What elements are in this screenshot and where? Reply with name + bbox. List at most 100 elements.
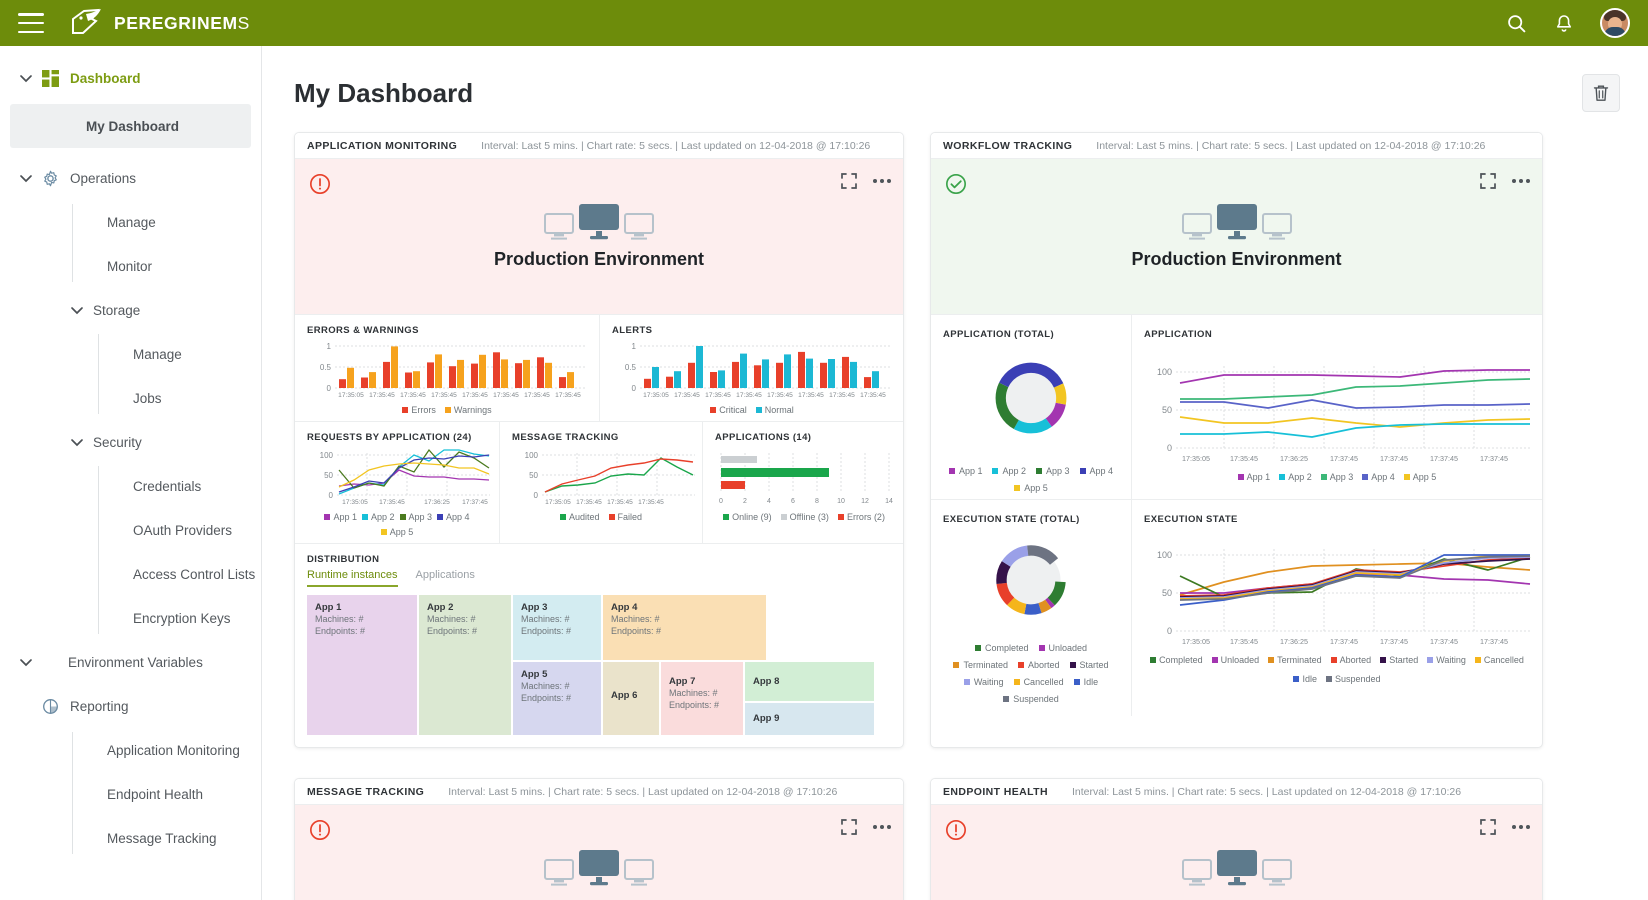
notification-bell-icon[interactable]	[1552, 11, 1576, 35]
card-hero	[931, 805, 1542, 900]
sidebar-label-storage: Storage	[93, 302, 141, 318]
tab-applications[interactable]: Applications	[416, 569, 475, 587]
legend-item[interactable]: Terminated	[1268, 655, 1322, 665]
treemap-tile[interactable]: App 4 Machines: # Endpoints: #	[603, 595, 766, 660]
legend-item[interactable]: Suspended	[1325, 674, 1381, 684]
legend-item[interactable]: Started	[1069, 660, 1109, 670]
sidebar-item-access-control-lists[interactable]: Access Control Lists	[0, 552, 261, 596]
treemap-tile[interactable]: App 8	[745, 662, 874, 701]
legend-label: Started	[1079, 660, 1109, 670]
legend-item[interactable]: Cancelled	[1013, 677, 1064, 687]
legend-item[interactable]: App 1	[1237, 472, 1270, 482]
more-options-icon[interactable]	[1512, 825, 1530, 829]
legend-item[interactable]: App 5	[1014, 483, 1048, 493]
legend-label: App 1	[333, 512, 357, 522]
sidebar-item-operations[interactable]: Operations	[0, 156, 261, 200]
pie-report-icon	[43, 698, 58, 714]
sidebar-item-dashboard[interactable]: Dashboard	[0, 56, 261, 100]
sidebar-item-application-monitoring[interactable]: Application Monitoring	[0, 728, 261, 772]
legend-item[interactable]: Errors (2)	[837, 512, 885, 522]
sidebar-item-credentials[interactable]: Credentials	[0, 464, 261, 508]
legend-item[interactable]: Aborted	[1017, 660, 1060, 670]
legend-item[interactable]: Waiting	[963, 677, 1004, 687]
legend-item[interactable]: Errors	[402, 405, 436, 415]
sidebar-item-operations-monitor[interactable]: Monitor	[0, 244, 261, 288]
treemap-tile[interactable]: App 1 Machines: # Endpoints: #	[307, 595, 417, 735]
tab-runtime-instances[interactable]: Runtime instances	[307, 569, 398, 587]
legend-item[interactable]: Terminated	[953, 660, 1008, 670]
legend-item[interactable]: Started	[1380, 655, 1418, 665]
requests-line-chart: 100 50 0 17:35:05 17:35:45 17:36:25 17:37:45	[320, 448, 490, 506]
legend-item[interactable]: Cancelled	[1474, 655, 1524, 665]
treemap-tile[interactable]: App 7 Machines: # Endpoints: #	[661, 662, 743, 735]
sidebar-item-storage[interactable]: Storage	[0, 288, 261, 332]
search-icon[interactable]	[1504, 11, 1528, 35]
more-options-icon[interactable]	[873, 825, 891, 829]
brand-logo-group[interactable]: PEREGRINEMS	[70, 8, 250, 38]
treemap-tile[interactable]: App 3 Machines: # Endpoints: #	[513, 595, 601, 660]
treemap-tile[interactable]: App 9	[745, 703, 874, 735]
legend-item[interactable]: App 1	[948, 466, 982, 476]
expand-icon[interactable]	[1480, 173, 1496, 189]
treemap-tile[interactable]: App 5 Machines: # Endpoints: #	[513, 662, 601, 735]
panel-title: APPLICATIONS (14)	[715, 432, 812, 443]
sidebar-item-endpoint-health[interactable]: Endpoint Health	[0, 772, 261, 816]
sidebar-item-encryption-keys[interactable]: Encryption Keys	[0, 596, 261, 640]
more-options-icon[interactable]	[1512, 179, 1530, 183]
legend-item[interactable]: Suspended	[1003, 694, 1059, 704]
legend-item[interactable]: App 2	[992, 466, 1026, 476]
legend-item[interactable]: App 5	[1403, 472, 1436, 482]
legend-item[interactable]: Completed	[974, 643, 1029, 653]
legend-item[interactable]: Unloaded	[1211, 655, 1259, 665]
legend-item[interactable]: Completed	[1150, 655, 1203, 665]
panel-execution-state-lines: EXECUTION STATE 100 50 0 17:35:05 17:35:…	[1131, 500, 1542, 716]
legend-item[interactable]: Critical	[710, 405, 747, 415]
legend-requests: App 1 App 2 App 3 App 4 App 5	[307, 512, 487, 537]
expand-icon[interactable]	[841, 819, 857, 835]
legend-item[interactable]: Waiting	[1427, 655, 1466, 665]
sidebar-item-reporting[interactable]: Reporting	[0, 684, 261, 728]
legend-item[interactable]: Normal	[755, 405, 794, 415]
more-options-icon[interactable]	[873, 179, 891, 183]
legend-item[interactable]: Offline (3)	[780, 512, 829, 522]
legend-item[interactable]: Online (9)	[723, 512, 772, 522]
legend-item[interactable]: App 2	[1279, 472, 1312, 482]
sidebar-item-operations-manage[interactable]: Manage	[0, 200, 261, 244]
sidebar-item-message-tracking[interactable]: Message Tracking	[0, 816, 261, 860]
legend-item[interactable]: App 3	[1320, 472, 1353, 482]
legend-item[interactable]: App 4	[1079, 466, 1113, 476]
svg-text:17:35:45: 17:35:45	[798, 392, 824, 399]
sidebar-item-security[interactable]: Security	[0, 420, 261, 464]
legend-item[interactable]: Warnings	[444, 405, 492, 415]
sidebar-label-security: Security	[93, 434, 142, 450]
treemap-tile[interactable]: App 2 Machines: # Endpoints: #	[419, 595, 511, 735]
treemap-tile[interactable]: App 6	[603, 662, 659, 735]
legend-item[interactable]: Idle	[1073, 677, 1098, 687]
legend-item[interactable]: App 4	[1362, 472, 1395, 482]
legend-item[interactable]: App 2	[361, 512, 395, 522]
sidebar-item-oauth-providers[interactable]: OAuth Providers	[0, 508, 261, 552]
legend-item[interactable]: App 4	[437, 512, 470, 522]
tile-name: App 7	[669, 676, 696, 687]
sidebar-item-storage-jobs[interactable]: Jobs	[0, 376, 261, 420]
expand-icon[interactable]	[841, 173, 857, 189]
legend-item[interactable]: App 3	[399, 512, 432, 522]
legend-item[interactable]: App 1	[324, 512, 357, 522]
legend-item[interactable]: Audited	[559, 512, 600, 522]
panel-title: APPLICATION	[1144, 329, 1213, 340]
sidebar-item-environment-variables[interactable]: Environment Variables	[0, 640, 261, 684]
legend-item[interactable]: App 5	[380, 527, 413, 537]
expand-icon[interactable]	[1480, 819, 1496, 835]
hamburger-icon[interactable]	[18, 13, 44, 33]
legend-item[interactable]: Failed	[608, 512, 642, 522]
legend-label: App 3	[1046, 466, 1070, 476]
legend-item[interactable]: Idle	[1293, 674, 1317, 684]
user-avatar[interactable]	[1600, 8, 1630, 38]
legend-label: Cancelled	[1023, 677, 1064, 687]
sidebar-item-storage-manage[interactable]: Manage	[0, 332, 261, 376]
legend-item[interactable]: Aborted	[1330, 655, 1371, 665]
legend-item[interactable]: App 3	[1036, 466, 1070, 476]
legend-item[interactable]: Unloaded	[1038, 643, 1087, 653]
delete-dashboard-button[interactable]	[1582, 74, 1620, 112]
sidebar-item-my-dashboard[interactable]: My Dashboard	[10, 104, 251, 148]
